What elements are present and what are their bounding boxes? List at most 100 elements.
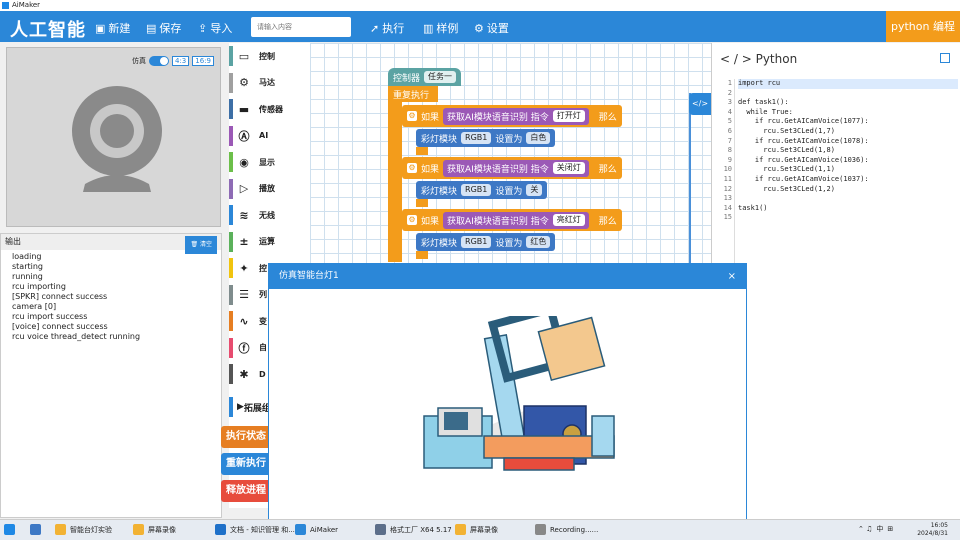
task-dropdown[interactable]: 任务一 — [424, 71, 457, 83]
rerun-button[interactable]: 重新执行 — [221, 453, 270, 475]
simulation-modal: 仿真智能台灯1 × — [268, 263, 747, 520]
settings-button[interactable]: ⚙ 设置 — [474, 20, 509, 36]
voice-command-dropdown[interactable]: 关闭灯 — [552, 162, 585, 174]
category-color-bar — [229, 205, 233, 226]
line-number: 5 — [727, 117, 732, 126]
python-programming-button[interactable]: python 编程 — [886, 11, 960, 42]
rgb-set-block[interactable]: 彩灯模块 RGB1 设置为 白色 — [416, 129, 556, 147]
ai-voice-block[interactable]: 获取AI模块语音识别 指令 关闭灯 — [443, 159, 589, 177]
code-toggle-button[interactable]: </> — [689, 93, 711, 115]
category-item[interactable]: ▭ 控制 — [229, 43, 310, 70]
category-label: 运算 — [259, 237, 275, 247]
play-icon: ▷ — [239, 182, 249, 196]
if-block[interactable]: ⚙ 如果 获取AI模块语音识别 指令 亮红灯 那么 — [402, 209, 622, 231]
rgb-set-block[interactable]: 彩灯模块 RGB1 设置为 红色 — [416, 233, 556, 251]
if-block[interactable]: ⚙ 如果 获取AI模块语音识别 指令 关闭灯 那么 — [402, 157, 622, 179]
taskbar-item[interactable]: 文档 - 知识管理 和... — [215, 524, 295, 535]
ai-voice-block[interactable]: 获取AI模块语音识别 指令 亮红灯 — [443, 211, 589, 229]
store-icon — [30, 524, 41, 535]
category-label: 变 — [259, 316, 267, 326]
category-item[interactable]: ▬ 传感器 — [229, 96, 310, 123]
tray-arrow-icon: ⌃ ♫ — [858, 525, 873, 533]
copy-icon[interactable] — [940, 53, 950, 63]
run-status-button[interactable]: 执行状态 — [221, 426, 270, 448]
color-value-dropdown[interactable]: 白色 — [526, 132, 551, 144]
sim-toggle[interactable] — [149, 56, 169, 66]
clock-date: 2024/8/31 — [917, 530, 948, 537]
category-item[interactable]: Ⓐ AI — [229, 123, 310, 150]
sensor-icon: ▬ — [238, 102, 250, 116]
release-process-button[interactable]: 释放进程 — [221, 480, 270, 502]
workspace-divider — [689, 93, 691, 263]
ai-voice-block[interactable]: 获取AI模块语音识别 指令 打开灯 — [443, 107, 589, 125]
taskbar-item[interactable]: 格式工厂 X64 5.17 — [375, 524, 452, 535]
code-line: task1() — [738, 203, 768, 212]
color-value-dropdown[interactable]: 红色 — [526, 236, 551, 248]
tray-icons[interactable]: ⌃ ♫ 中 ⊞ — [858, 524, 893, 534]
settings-label: 设置 — [486, 22, 509, 35]
new-button[interactable]: ▣ 新建 — [95, 20, 130, 36]
controller-block[interactable]: 控制器 任务一 — [388, 68, 462, 86]
rgb-port-dropdown[interactable]: RGB1 — [461, 132, 492, 144]
save-button[interactable]: ▤ 保存 — [146, 20, 181, 36]
taskbar-clock[interactable]: 16:05 2024/8/31 — [917, 522, 948, 538]
examples-button[interactable]: ▥ 样例 — [423, 20, 458, 36]
run-button[interactable]: ➚ 执行 — [370, 20, 404, 36]
start-button[interactable] — [4, 524, 15, 535]
ratio-16-9-button[interactable]: 16:9 — [192, 56, 214, 66]
taskbar-item[interactable]: Recording...... — [535, 524, 598, 535]
search-input[interactable] — [251, 17, 351, 37]
log-line: rcu voice thread_detect running — [12, 332, 141, 341]
math-icon: ± — [239, 235, 249, 249]
code-line: def task1(): — [738, 98, 789, 107]
motor-icon: ⚙ — [239, 76, 249, 90]
voice-command-dropdown[interactable]: 打开灯 — [552, 110, 585, 122]
rgb-port-dropdown[interactable]: RGB1 — [461, 184, 492, 196]
category-item[interactable]: ▷ 播放 — [229, 176, 310, 203]
category-color-bar — [229, 364, 233, 385]
then-label: 那么 — [598, 216, 617, 227]
import-label: 导入 — [210, 22, 233, 35]
taskbar-item[interactable]: 智能台灯实验 — [55, 524, 112, 535]
control-icon: ✦ — [239, 261, 249, 275]
voice-command-dropdown[interactable]: 亮红灯 — [552, 214, 585, 226]
taskbar-icon-store[interactable] — [30, 524, 41, 535]
close-icon[interactable]: × — [728, 264, 736, 289]
ratio-4-3-button[interactable]: 4:3 — [172, 56, 190, 66]
gear-icon: ⚙ — [407, 163, 417, 173]
python-panel: < / > Python 1 import rcu 2 3 def task1(): 4 … — [711, 43, 960, 519]
if-label: 如果 — [421, 112, 440, 123]
line-number: 9 — [727, 155, 732, 164]
line-number: 6 — [727, 127, 732, 135]
taskbar-item[interactable]: AiMaker — [295, 524, 338, 535]
rgb-set-block[interactable]: 彩灯模块 RGB1 设置为关 — [416, 181, 548, 199]
import-button[interactable]: ⇪ 导入 — [198, 20, 232, 36]
modal-title: 仿真智能台灯1 — [279, 271, 339, 281]
then-label: 那么 — [598, 112, 617, 123]
taskbar-item[interactable]: 屏幕录像 — [455, 524, 498, 535]
clear-output-button[interactable]: 🗑 清空 — [185, 236, 217, 254]
repeat-block[interactable]: 重复执行 — [388, 86, 438, 102]
taskbar-item[interactable]: 屏幕录像 — [133, 524, 176, 535]
webcam-icon — [72, 86, 162, 192]
category-item[interactable]: ± 运算 — [229, 229, 310, 256]
category-item[interactable]: ◉ 显示 — [229, 149, 310, 176]
rgb-module-label: 彩灯模块 — [421, 134, 458, 145]
run-label: 执行 — [382, 22, 405, 35]
if-block[interactable]: ⚙ 如果 获取AI模块语音识别 指令 打开灯 那么 — [402, 105, 622, 127]
brand-title: 人工智能 — [10, 20, 86, 41]
eye-icon: ◉ — [239, 155, 249, 169]
category-item[interactable]: ⚙ 马达 — [229, 70, 310, 97]
code-line: if rcu.GetAICamVoice(1036): — [738, 155, 869, 164]
category-color-bar — [229, 46, 233, 67]
rgb-port-dropdown[interactable]: RGB1 — [461, 236, 492, 248]
line-number: 7 — [727, 136, 732, 145]
tray-network-icon: ⊞ — [887, 525, 894, 533]
if-label: 如果 — [421, 216, 440, 227]
category-item[interactable]: ≋ 无线 — [229, 202, 310, 229]
line-number: 15 — [723, 213, 732, 222]
category-color-bar — [229, 99, 233, 120]
output-log: loading starting running rcu importing [… — [1, 250, 221, 344]
ime-indicator[interactable]: 中 — [876, 524, 883, 534]
color-value-dropdown[interactable]: 关 — [526, 184, 543, 196]
